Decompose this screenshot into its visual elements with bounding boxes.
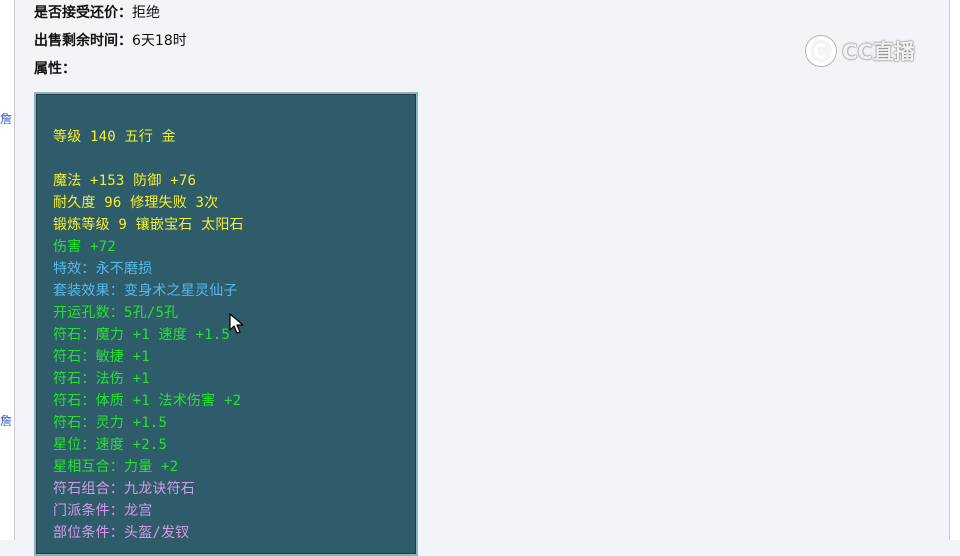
prop-line-effect: 特效：永不磨损 [53,261,153,277]
watermark-text: CC直播 [842,40,915,64]
prop-line-school-req: 门派条件：龙宫 [53,503,153,519]
edge-link-2[interactable]: 詹 [0,412,12,429]
time-left-value: 6天18时 [132,33,187,49]
prop-line-rune-4: 符石：体质 +1 法术伤害 +2 [53,393,242,409]
attributes-label: 属性： [34,61,76,77]
counter-offer-label: 是否接受还价： [34,5,132,21]
prop-line-forge: 锻炼等级 9 镶嵌宝石 太阳石 [53,217,244,233]
item-properties-box: 等级 140 五行 金 魔法 +153 防御 +76 耐久度 96 修理失败 3… [34,92,418,556]
cc-logo-icon [804,34,838,68]
prop-line-slot-req: 部位条件：头盔/发钗 [53,525,190,541]
prop-line-star-position: 星位：速度 +2.5 [53,437,168,453]
prop-line-rune-combo: 符石组合：九龙诀符石 [53,481,195,497]
prop-line-rune-5: 符石：灵力 +1.5 [53,415,168,431]
prop-line-magic-defense: 魔法 +153 防御 +76 [53,173,197,189]
edge-link-1[interactable]: 詹 [0,110,12,127]
right-frame-edge [949,0,960,540]
prop-line-rune-3: 符石：法伤 +1 [53,371,150,387]
time-left-row: 出售剩余时间：6天18时 [34,30,187,50]
prop-line-damage: 伤害 +72 [53,239,116,255]
prop-line-set-effect: 套装效果：变身术之星灵仙子 [53,283,238,299]
attributes-row: 属性： [34,58,76,78]
left-frame-edge: 詹 詹 [0,0,15,540]
time-left-label: 出售剩余时间： [34,33,132,49]
counter-offer-row: 是否接受还价：拒绝 [34,2,160,22]
mouse-pointer-icon [229,313,245,339]
prop-line-rune-2: 符石：敏捷 +1 [53,349,150,365]
prop-line-holes: 开运孔数：5孔/5孔 [53,305,179,321]
counter-offer-value: 拒绝 [132,5,160,21]
prop-line-level: 等级 140 五行 金 [53,129,176,145]
prop-line-rune-1: 符石：魔力 +1 速度 +1.5 [53,327,231,343]
prop-line-star-harmony: 星相互合：力量 +2 [53,459,179,475]
cc-live-watermark: CC直播 [804,34,928,68]
prop-line-durability: 耐久度 96 修理失败 3次 [53,195,219,211]
